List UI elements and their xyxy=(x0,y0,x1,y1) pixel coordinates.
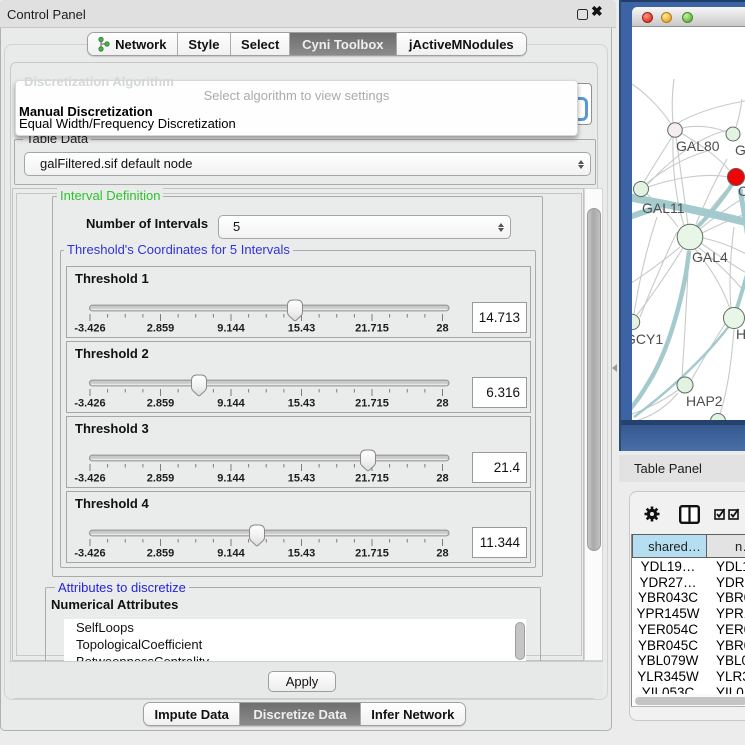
svg-text:28: 28 xyxy=(436,473,448,485)
svg-text:28: 28 xyxy=(436,548,448,560)
svg-text:GAL80: GAL80 xyxy=(676,138,720,154)
svg-text:GAL4: GAL4 xyxy=(692,249,728,265)
svg-text:9.144: 9.144 xyxy=(217,548,245,560)
svg-text:28: 28 xyxy=(436,398,448,410)
svg-text:2.859: 2.859 xyxy=(147,323,175,335)
svg-text:15.43: 15.43 xyxy=(288,323,316,335)
svg-text:9.144: 9.144 xyxy=(217,323,245,335)
svg-text:15.43: 15.43 xyxy=(288,398,316,410)
svg-text:15.43: 15.43 xyxy=(288,548,316,560)
svg-text:9.144: 9.144 xyxy=(217,398,245,410)
svg-text:-3.426: -3.426 xyxy=(74,548,105,560)
svg-text:GAL11: GAL11 xyxy=(642,200,685,216)
svg-text:9.144: 9.144 xyxy=(217,473,245,485)
svg-text:-3.426: -3.426 xyxy=(74,398,105,410)
svg-text:2.859: 2.859 xyxy=(147,473,175,485)
svg-text:21.715: 21.715 xyxy=(355,323,389,335)
svg-text:HAP2: HAP2 xyxy=(686,393,723,409)
svg-text:GA: GA xyxy=(735,142,745,158)
svg-text:H: H xyxy=(736,326,745,342)
svg-text:28: 28 xyxy=(436,323,448,335)
svg-text:15.43: 15.43 xyxy=(288,473,316,485)
svg-text:21.715: 21.715 xyxy=(355,398,389,410)
svg-text:21.715: 21.715 xyxy=(355,473,389,485)
svg-text:2.859: 2.859 xyxy=(147,398,175,410)
svg-text:-3.426: -3.426 xyxy=(74,323,105,335)
svg-text:GCY1: GCY1 xyxy=(632,331,663,347)
svg-text:21.715: 21.715 xyxy=(355,548,389,560)
svg-text:-3.426: -3.426 xyxy=(74,473,105,485)
svg-text:2.859: 2.859 xyxy=(147,548,175,560)
svg-text:C: C xyxy=(738,183,745,199)
